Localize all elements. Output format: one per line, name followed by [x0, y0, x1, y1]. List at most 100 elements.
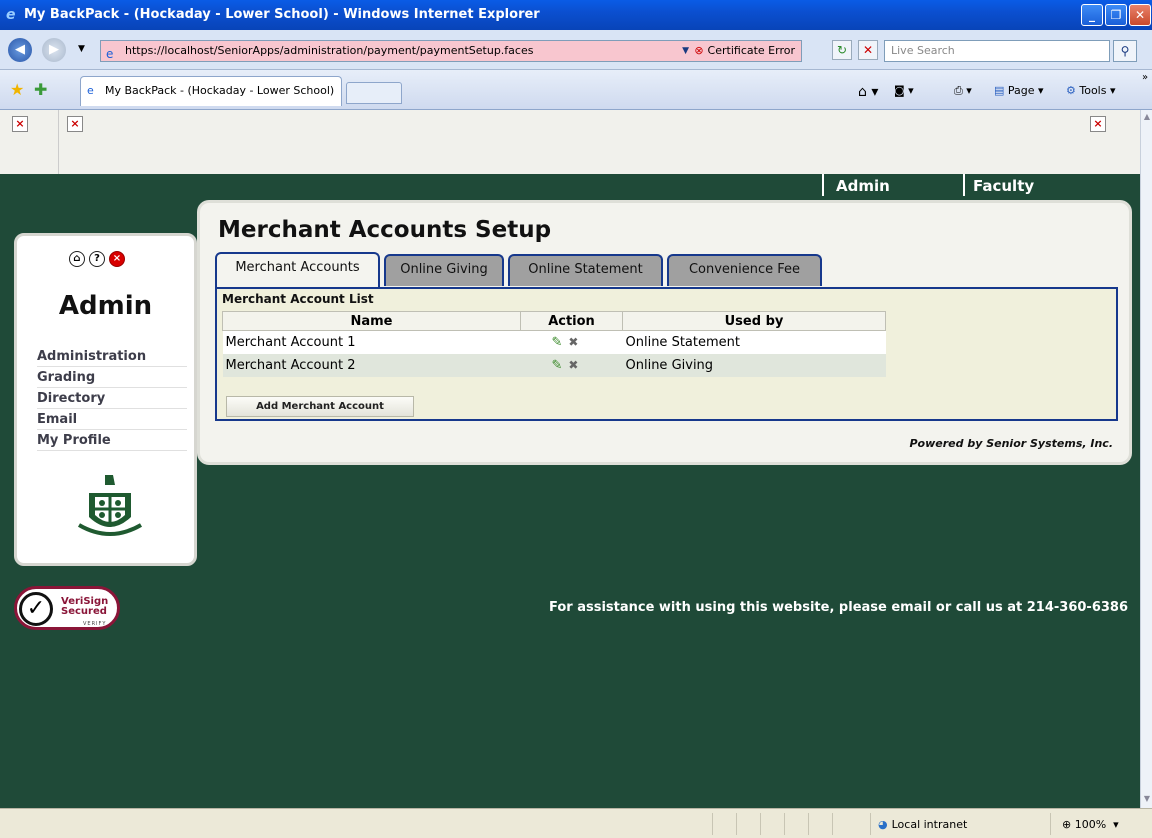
status-divider — [736, 813, 737, 835]
verisign-seal[interactable]: ✓ VeriSign Secured VERIFY — [14, 586, 120, 630]
search-input[interactable]: Live Search — [884, 40, 1110, 62]
address-field[interactable]: e https://localhost/SeniorApps/administr… — [100, 40, 802, 62]
left-sidebar: ⌂? × Admin Administration Grading Directo… — [14, 233, 197, 566]
list-title: Merchant Account List — [222, 292, 374, 306]
feeds-icon[interactable]: ◙ ▾ — [894, 84, 914, 97]
browser-tab-active[interactable]: e My BackPack - (Hockaday - Lower School… — [80, 76, 342, 106]
page-menu-label: Page — [1007, 84, 1035, 97]
security-zone[interactable]: ◕ Local intranet — [878, 818, 967, 831]
certificate-error-icon: ⊗ — [694, 44, 704, 57]
status-bar: ◕ Local intranet ⊕ 100% ▾ — [0, 808, 1152, 838]
minimize-button[interactable]: _ — [1081, 4, 1103, 26]
tab-content: Merchant Account List Name Action Used b… — [215, 287, 1118, 421]
sidebar-item-email[interactable]: Email — [37, 409, 187, 430]
vertical-scrollbar[interactable]: ▲ ▼ — [1140, 110, 1152, 808]
print-icon[interactable]: ⎙ ▾ — [954, 84, 972, 98]
new-tab-button[interactable] — [346, 82, 402, 104]
broken-image-icon: × — [67, 116, 83, 132]
logout-icon[interactable]: × — [109, 251, 125, 267]
main-panel: Merchant Accounts Setup Merchant Account… — [197, 200, 1132, 465]
tab-online-statement[interactable]: Online Statement — [508, 254, 663, 286]
window-title-bar: e My BackPack - (Hockaday - Lower School… — [0, 0, 1152, 30]
edit-pencil-icon[interactable]: ✎ — [552, 335, 563, 350]
verisign-verify: VERIFY — [83, 621, 107, 627]
status-divider — [712, 813, 713, 835]
chevron-more-icon[interactable]: » — [1142, 72, 1148, 83]
window-title: My BackPack - (Hockaday - Lower School) … — [24, 7, 540, 22]
page-content: × × × Admin Faculty ⌂? × Admin Administra… — [0, 110, 1140, 808]
cell-name: Merchant Account 1 — [222, 330, 521, 354]
address-toolbar: ◀ ▶ ▼ e https://localhost/SeniorApps/adm… — [0, 30, 1152, 70]
edit-pencil-icon[interactable]: ✎ — [552, 358, 563, 373]
address-dropdown-icon[interactable]: ▼ — [682, 41, 689, 61]
tools-menu[interactable]: ⚙ Tools ▾ — [1066, 84, 1116, 97]
add-favorite-icon[interactable]: ✚ — [34, 80, 47, 99]
nav-divider — [963, 174, 965, 196]
tab-online-giving[interactable]: Online Giving — [384, 254, 504, 286]
cell-action: ✎ ✖ — [520, 353, 623, 377]
favorites-star-icon[interactable]: ★ — [10, 80, 24, 99]
tools-menu-label: Tools — [1079, 84, 1107, 97]
broken-image-icon: × — [12, 116, 28, 132]
sidebar-icons: ⌂? × — [69, 250, 149, 270]
zoom-control[interactable]: ⊕ 100% ▾ — [1062, 818, 1119, 831]
status-divider — [832, 813, 833, 835]
page-menu[interactable]: ▤ Page ▾ — [994, 84, 1044, 97]
certificate-error-label: Certificate Error — [707, 44, 795, 57]
column-header-action: Action — [520, 311, 623, 331]
tab-merchant-accounts[interactable]: Merchant Accounts — [215, 252, 380, 287]
nav-admin[interactable]: Admin — [836, 177, 890, 195]
tab-convenience-fee[interactable]: Convenience Fee — [667, 254, 822, 286]
sidebar-item-administration[interactable]: Administration — [37, 346, 187, 367]
powered-by-text: Powered by Senior Systems, Inc. — [909, 437, 1114, 450]
nav-faculty[interactable]: Faculty — [973, 177, 1034, 195]
search-icon[interactable]: ⚲ — [1113, 40, 1137, 62]
delete-x-icon[interactable]: ✖ — [568, 335, 578, 349]
delete-x-icon[interactable]: ✖ — [568, 358, 578, 372]
certificate-error-button[interactable]: ⊗ Certificate Error — [694, 41, 795, 61]
history-dropdown-icon[interactable]: ▼ — [78, 44, 85, 54]
add-merchant-account-button[interactable]: Add Merchant Account — [226, 396, 414, 417]
assistance-text: For assistance with using this website, … — [548, 600, 1128, 615]
restore-button[interactable]: ❐ — [1105, 4, 1127, 26]
verisign-text: VeriSign Secured — [61, 597, 108, 617]
sidebar-item-grading[interactable]: Grading — [37, 367, 187, 388]
sidebar-item-my-profile[interactable]: My Profile — [37, 430, 187, 451]
page-menu-icon: ▤ — [994, 84, 1005, 97]
ie-logo-icon: e — [6, 7, 16, 23]
stop-icon[interactable]: ✕ — [858, 40, 878, 60]
home-icon[interactable]: ⌂ ▾ — [858, 84, 878, 100]
checkmark-icon: ✓ — [19, 592, 53, 626]
nav-divider — [822, 174, 824, 196]
status-divider — [760, 813, 761, 835]
column-header-name: Name — [222, 311, 521, 331]
back-button[interactable]: ◀ — [8, 38, 32, 62]
table-header-row: Name Action Used by — [222, 311, 886, 331]
status-divider — [808, 813, 809, 835]
table-row: Merchant Account 2 ✎ ✖ Online Giving — [222, 353, 886, 377]
page-title: Merchant Accounts Setup — [218, 217, 552, 243]
page-icon: e — [106, 47, 114, 61]
refresh-icon[interactable]: ↻ — [832, 40, 852, 60]
browser-tab-label: My BackPack - (Hockaday - Lower School) — [105, 84, 335, 97]
close-window-button[interactable]: ✕ — [1129, 4, 1151, 26]
globe-icon: ◕ — [878, 818, 888, 831]
header-divider — [58, 110, 59, 174]
help-icon[interactable]: ? — [89, 251, 105, 267]
scroll-down-icon[interactable]: ▼ — [1142, 794, 1152, 806]
tools-gear-icon: ⚙ — [1066, 84, 1076, 97]
home-icon[interactable]: ⌂ — [69, 251, 85, 267]
cell-name: Merchant Account 2 — [222, 353, 521, 377]
header-band: × × × — [0, 110, 1140, 174]
column-header-used-by: Used by — [622, 311, 886, 331]
cell-action: ✎ ✖ — [520, 330, 623, 354]
status-divider — [870, 813, 871, 835]
scroll-up-icon[interactable]: ▲ — [1142, 112, 1152, 124]
address-url: https://localhost/SeniorApps/administrat… — [125, 44, 534, 57]
forward-button[interactable]: ▶ — [42, 38, 66, 62]
merchant-account-table: Name Action Used by Merchant Account 1 ✎… — [222, 311, 886, 377]
zoom-level: 100% — [1074, 818, 1107, 831]
cell-used-by: Online Statement — [622, 330, 886, 354]
tab-page-icon: e — [87, 84, 94, 97]
sidebar-item-directory[interactable]: Directory — [37, 388, 187, 409]
